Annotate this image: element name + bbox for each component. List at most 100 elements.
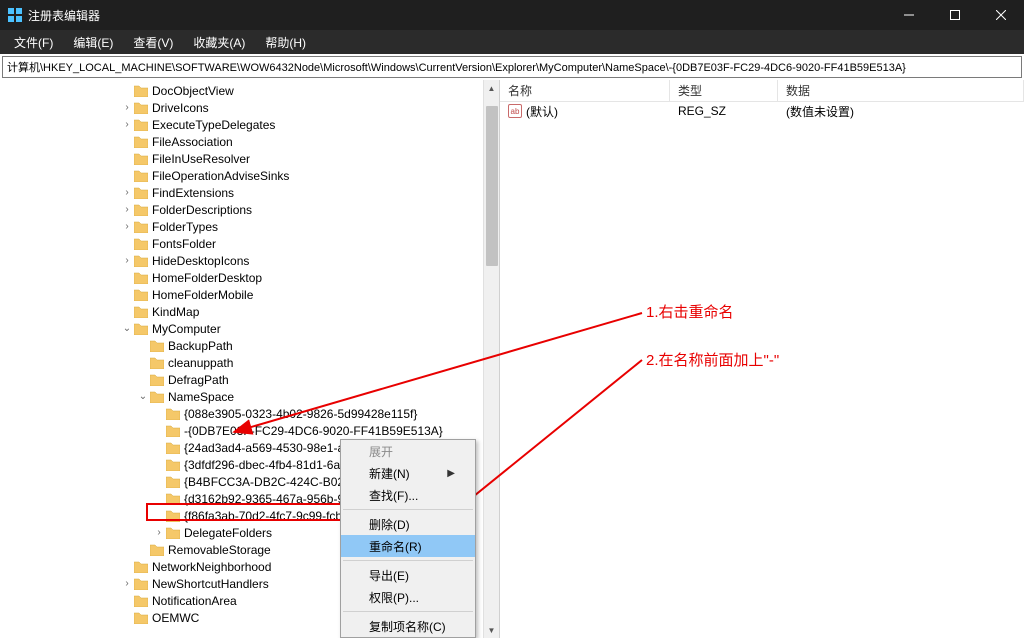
menu-view[interactable]: 查看(V) (125, 32, 181, 53)
ctx-rename[interactable]: 重命名(R) (341, 535, 475, 557)
tree-node-label: DocObjectView (152, 84, 234, 98)
minimize-button[interactable] (886, 0, 932, 30)
ctx-expand[interactable]: 展开 (341, 440, 475, 462)
menu-help[interactable]: 帮助(H) (257, 32, 314, 53)
tree-node[interactable]: FileAssociation (0, 133, 499, 150)
tree-node-label: MyComputer (152, 322, 221, 336)
maximize-button[interactable] (932, 0, 978, 30)
tree-expander-icon[interactable]: › (120, 578, 134, 589)
scroll-up-button[interactable]: ▲ (484, 80, 499, 96)
scroll-track[interactable] (484, 96, 499, 622)
tree-node[interactable]: › ExecuteTypeDelegates (0, 116, 499, 133)
tree-node-label: FolderTypes (152, 220, 218, 234)
tree-node[interactable]: BackupPath (0, 337, 499, 354)
tree-node-label: FileOperationAdviseSinks (152, 169, 289, 183)
col-header-name[interactable]: 名称 (500, 80, 670, 101)
tree-node-label: FileInUseResolver (152, 152, 250, 166)
ctx-separator (343, 509, 473, 510)
ctx-permissions[interactable]: 权限(P)... (341, 586, 475, 608)
titlebar: 注册表编辑器 (0, 0, 1024, 30)
tree-node-label: NameSpace (168, 390, 234, 404)
tree-node-label: FileAssociation (152, 135, 233, 149)
menu-edit[interactable]: 编辑(E) (65, 32, 121, 53)
value-data: (数值未设置) (778, 103, 1024, 120)
tree-node-label: {d3162b92-9365-467a-956b-9 (184, 492, 344, 506)
tree-node[interactable]: DefragPath (0, 371, 499, 388)
tree-node[interactable]: HomeFolderDesktop (0, 269, 499, 286)
tree-node[interactable]: -{0DB7E03F-FC29-4DC6-9020-FF41B59E513A} (0, 422, 499, 439)
menubar: 文件(F) 编辑(E) 查看(V) 收藏夹(A) 帮助(H) (0, 30, 1024, 54)
tree-node[interactable]: {088e3905-0323-4b02-9826-5d99428e115f} (0, 405, 499, 422)
tree-node[interactable]: cleanuppath (0, 354, 499, 371)
ctx-new[interactable]: 新建(N)▶ (341, 462, 475, 484)
tree-node[interactable]: FontsFolder (0, 235, 499, 252)
tree-node-label: NewShortcutHandlers (152, 577, 269, 591)
tree-expander-icon[interactable]: ⌄ (136, 391, 150, 402)
tree-node[interactable]: › FindExtensions (0, 184, 499, 201)
tree-node-label: HideDesktopIcons (152, 254, 249, 268)
ctx-find[interactable]: 查找(F)... (341, 484, 475, 506)
tree-node-label: FolderDescriptions (152, 203, 252, 217)
tree-node[interactable]: › FolderTypes (0, 218, 499, 235)
tree-node-label: cleanuppath (168, 356, 233, 370)
tree-node-label: {24ad3ad4-a569-4530-98e1-a (184, 441, 344, 455)
col-header-type[interactable]: 类型 (670, 80, 778, 101)
ctx-export[interactable]: 导出(E) (341, 564, 475, 586)
tree-expander-icon[interactable]: › (120, 255, 134, 266)
ctx-separator (343, 611, 473, 612)
value-name: (默认) (526, 103, 558, 120)
list-header: 名称 类型 数据 (500, 80, 1024, 102)
list-row[interactable]: ab (默认) REG_SZ (数值未设置) (500, 102, 1024, 120)
tree-node-label: NetworkNeighborhood (152, 560, 271, 574)
content-area: DocObjectView › DriveIcons › ExecuteTypeDele… (0, 80, 1024, 638)
tree-node-label: KindMap (152, 305, 199, 319)
tree-node[interactable]: ⌄ MyComputer (0, 320, 499, 337)
ctx-delete[interactable]: 删除(D) (341, 513, 475, 535)
tree-node[interactable]: HomeFolderMobile (0, 286, 499, 303)
tree-node-label: FindExtensions (152, 186, 234, 200)
tree-scrollbar[interactable]: ▲ ▼ (483, 80, 499, 638)
value-list-pane: 名称 类型 数据 ab (默认) REG_SZ (数值未设置) (500, 80, 1024, 638)
tree-node[interactable]: FileInUseResolver (0, 150, 499, 167)
tree-node-label: -{0DB7E03F-FC29-4DC6-9020-FF41B59E513A} (184, 424, 443, 438)
tree-node-label: {088e3905-0323-4b02-9826-5d99428e115f} (184, 407, 417, 421)
tree-node-label: NotificationArea (152, 594, 237, 608)
tree-expander-icon[interactable]: › (152, 527, 166, 538)
tree-expander-icon[interactable]: › (120, 221, 134, 232)
tree-node[interactable]: ⌄ NameSpace (0, 388, 499, 405)
tree-expander-icon[interactable]: › (120, 204, 134, 215)
tree-node-label: ExecuteTypeDelegates (152, 118, 275, 132)
tree-node[interactable]: KindMap (0, 303, 499, 320)
col-header-data[interactable]: 数据 (778, 80, 1024, 101)
tree-node[interactable]: › DriveIcons (0, 99, 499, 116)
close-button[interactable] (978, 0, 1024, 30)
submenu-arrow-icon: ▶ (447, 468, 455, 479)
app-icon (8, 8, 22, 22)
tree-node-label: DriveIcons (152, 101, 209, 115)
menu-file[interactable]: 文件(F) (6, 32, 61, 53)
tree-node[interactable]: DocObjectView (0, 82, 499, 99)
tree-expander-icon[interactable]: › (120, 102, 134, 113)
tree-node[interactable]: › HideDesktopIcons (0, 252, 499, 269)
tree-node[interactable]: › FolderDescriptions (0, 201, 499, 218)
tree-node-label: BackupPath (168, 339, 233, 353)
address-bar[interactable]: 计算机\HKEY_LOCAL_MACHINE\SOFTWARE\WOW6432N… (2, 56, 1022, 78)
tree-expander-icon[interactable]: › (120, 187, 134, 198)
string-value-icon: ab (508, 104, 522, 118)
address-text: 计算机\HKEY_LOCAL_MACHINE\SOFTWARE\WOW6432N… (7, 59, 906, 75)
scroll-thumb[interactable] (486, 106, 498, 266)
window-controls (886, 0, 1024, 30)
tree-node-label: FontsFolder (152, 237, 216, 251)
value-type: REG_SZ (670, 104, 778, 118)
tree-node[interactable]: FileOperationAdviseSinks (0, 167, 499, 184)
context-menu: 展开 新建(N)▶ 查找(F)... 删除(D) 重命名(R) 导出(E) 权限… (340, 439, 476, 638)
ctx-copy-key-name[interactable]: 复制项名称(C) (341, 615, 475, 637)
tree-node-label: {3dfdf296-dbec-4fb4-81d1-6a (184, 458, 340, 472)
tree-expander-icon[interactable]: › (120, 119, 134, 130)
scroll-down-button[interactable]: ▼ (484, 622, 499, 638)
menu-favorites[interactable]: 收藏夹(A) (185, 32, 253, 53)
tree-expander-icon[interactable]: ⌄ (120, 323, 134, 334)
tree-node-label: {f86fa3ab-70d2-4fc7-9c99-fcb (184, 509, 342, 523)
tree-node-label: {B4BFCC3A-DB2C-424C-B029- (184, 475, 355, 489)
tree-node-label: DefragPath (168, 373, 229, 387)
